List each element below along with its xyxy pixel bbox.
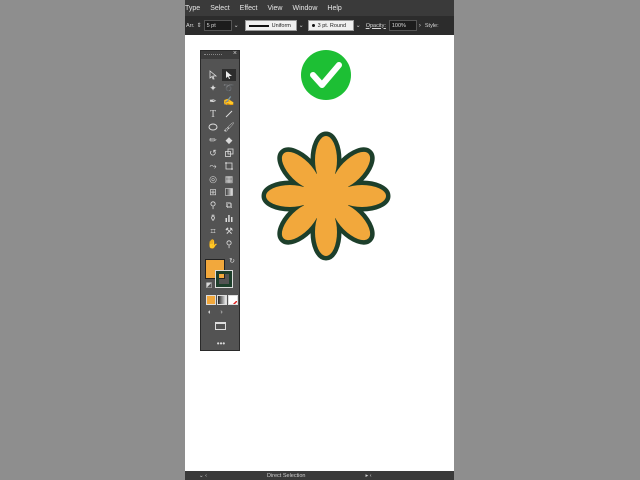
stroke-profile-dropdown[interactable]: Uniform (244, 20, 297, 31)
ellipse-icon (208, 123, 218, 131)
direct-arrow-icon (226, 71, 232, 79)
brush-dot-icon (311, 24, 315, 27)
arrow-icon (209, 70, 218, 80)
mesh-tool[interactable]: ⊞ (206, 186, 220, 198)
gradient-icon (225, 188, 233, 196)
more-tools-icon[interactable]: ••• (214, 337, 228, 349)
default-colors-icon[interactable]: ◩ (202, 279, 216, 291)
screen-mode-icon[interactable] (215, 322, 226, 330)
none-button[interactable] (228, 295, 238, 305)
stroke-weight-field[interactable]: 5 pt (203, 20, 232, 31)
flower-icon[interactable] (261, 131, 391, 261)
none-slash-icon (232, 300, 237, 304)
eyedropper-tool[interactable]: ⚲ (206, 199, 220, 211)
paintbrush-tool[interactable]: 🖌 (222, 121, 236, 133)
eraser-tool[interactable]: ◆ (222, 134, 236, 146)
symbol-sprayer-tool[interactable]: ⚱ (206, 212, 220, 224)
status-zoom-arrows[interactable]: ⌄ ‹ (199, 473, 207, 479)
uniform-profile-icon (248, 24, 269, 27)
checkmark-badge-icon (301, 50, 351, 100)
menu-help[interactable]: Help (327, 5, 341, 12)
chevron-down-icon[interactable]: ⌄ (356, 22, 361, 29)
menu-view[interactable]: View (267, 5, 282, 12)
draw-behind-icon[interactable]: ◑ (214, 306, 228, 318)
width-tool[interactable]: ⤳ (206, 160, 220, 172)
artboard-tool[interactable]: ⌗ (206, 225, 220, 237)
direct-selection-tool[interactable] (222, 69, 236, 81)
shape-builder-tool[interactable]: ◎ (206, 173, 220, 185)
control-left-label: Arr. (186, 22, 195, 29)
opacity-value: 100% (391, 22, 406, 29)
menu-effect[interactable]: Effect (240, 5, 258, 12)
stroke-color-swatch[interactable] (215, 270, 233, 288)
stroke-weight-value: 5 pt (206, 22, 216, 29)
chevron-down-icon[interactable]: ⌄ (299, 22, 304, 29)
pen-tool[interactable]: ✒ (206, 95, 220, 107)
ellipse-tool[interactable] (206, 121, 220, 133)
perspective-grid-tool[interactable]: ▦ (222, 173, 236, 185)
status-play-icon[interactable]: ▸ ‹ (366, 473, 372, 479)
column-graph-icon (225, 215, 233, 222)
column-graph-tool[interactable] (222, 212, 236, 224)
line-segment-tool[interactable] (222, 108, 236, 120)
curvature-tool[interactable]: ✍ (222, 95, 236, 107)
status-text: Direct Selection (266, 472, 306, 479)
chevron-down-icon[interactable]: ⌄ (234, 22, 239, 29)
pencil-tool[interactable]: ✏ (206, 134, 220, 146)
rotate-tool[interactable]: ↺ (206, 147, 220, 159)
tools-panel-header[interactable]: × (201, 50, 239, 59)
zoom-tool[interactable]: ⚲ (222, 238, 236, 250)
menu-select[interactable]: Select (210, 5, 229, 12)
color-button[interactable] (206, 295, 216, 305)
line-icon (225, 110, 233, 118)
scale-icon (225, 148, 234, 157)
swap-fill-stroke-icon[interactable]: ↻ (225, 255, 239, 267)
lasso-tool[interactable]: ➰ (222, 82, 236, 94)
selection-tool[interactable] (206, 69, 220, 81)
close-icon[interactable]: × (233, 50, 237, 57)
blend-tool[interactable]: ⧉ (222, 199, 236, 211)
stroke-weight-stepper-icon[interactable]: ⇕ (197, 22, 202, 29)
control-bar: Arr. ⇕ 5 pt ⌄ Uniform ⌄ 3 pt. Round ⌄ Op… (185, 16, 454, 35)
brush-definition-label: 3 pt. Round (317, 22, 347, 29)
menu-window[interactable]: Window (292, 5, 317, 12)
free-transform-icon (225, 162, 233, 170)
opacity-label: Opacity: (365, 22, 386, 29)
magic-wand-tool[interactable]: ✦ (206, 82, 220, 94)
gradient-button[interactable] (217, 295, 227, 305)
panel-grip-icon[interactable] (204, 54, 222, 57)
type-tool[interactable]: T (206, 108, 220, 120)
hand-tool[interactable]: ✋ (206, 238, 220, 250)
opacity-field[interactable]: 100% (388, 20, 417, 31)
menu-type[interactable]: Type (185, 5, 200, 12)
free-transform-tool[interactable] (222, 160, 236, 172)
status-bar: ⌄ ‹ Direct Selection ▸ ‹ (185, 471, 454, 480)
brush-definition-dropdown[interactable]: 3 pt. Round (307, 20, 354, 31)
scale-tool[interactable] (222, 147, 236, 159)
stroke-profile-label: Uniform (271, 22, 291, 29)
chevron-right-icon[interactable]: › (419, 23, 421, 29)
style-label: Style: (424, 22, 439, 29)
tools-panel[interactable]: × ✦ ➰ ✒ ✍ T 🖌 ✏ ◆ ↺ ⤳ ◎ ▦ ⊞ ⚲ ⧉ ⚱ ⌗ ⚒ ✋ … (200, 50, 240, 351)
menu-bar: Type Select Effect View Window Help (185, 0, 454, 16)
slice-tool[interactable]: ⚒ (222, 225, 236, 237)
gradient-tool[interactable] (222, 186, 236, 198)
